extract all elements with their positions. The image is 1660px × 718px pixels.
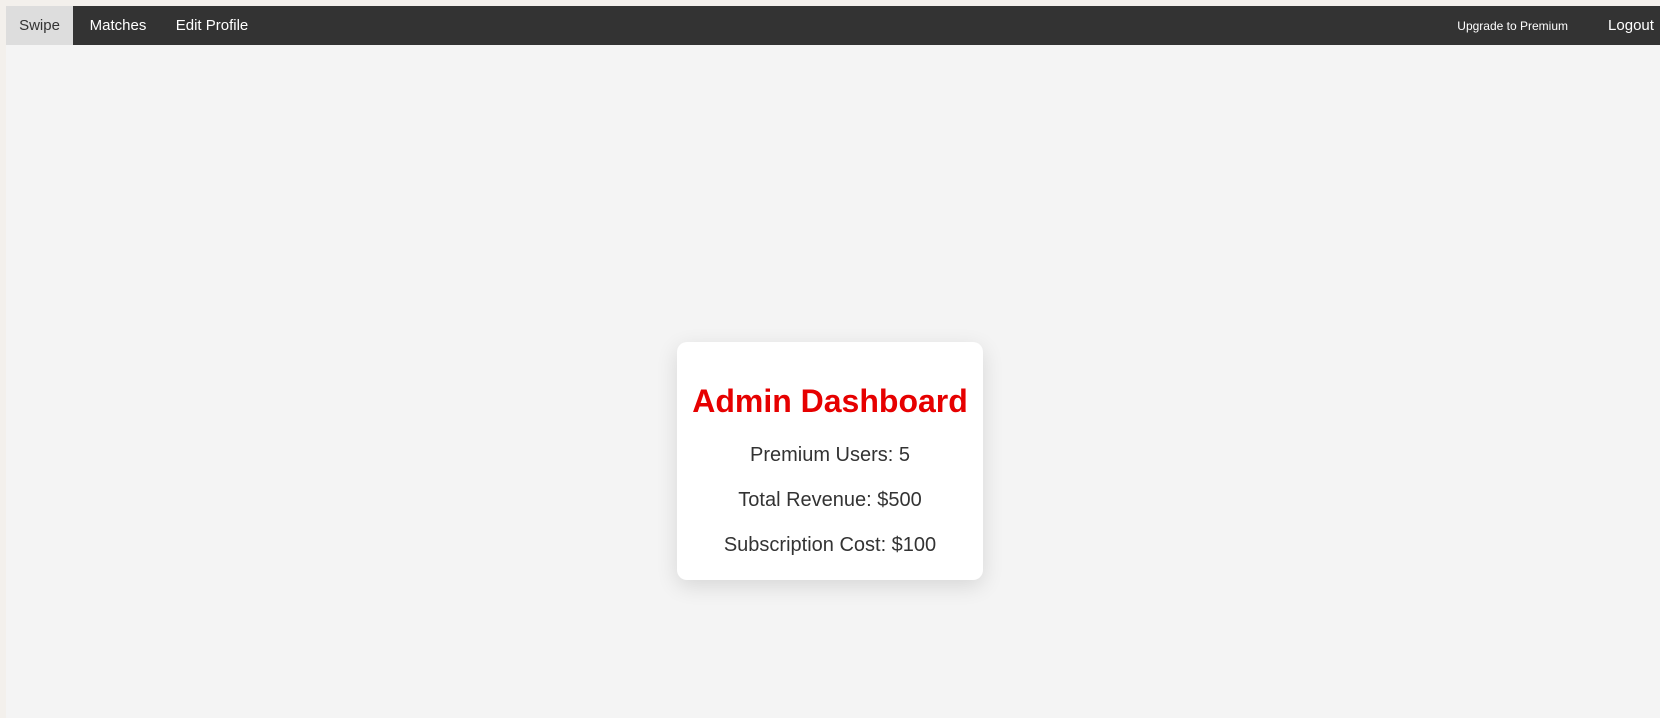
nav-logout-link[interactable]: Logout [1602, 6, 1660, 45]
admin-dashboard-card: Admin Dashboard Premium Users: 5 Total R… [677, 342, 983, 580]
nav-swipe-link[interactable]: Swipe [6, 6, 73, 45]
nav-edit-profile-link[interactable]: Edit Profile [163, 6, 261, 45]
navbar-left-group: Swipe Matches Edit Profile [6, 6, 261, 45]
navbar-right-group: Upgrade to Premium Logout [1457, 6, 1660, 45]
premium-users-stat: Premium Users: 5 [749, 444, 911, 466]
total-revenue-stat: Total Revenue: $500 [738, 489, 922, 511]
dashboard-title: Admin Dashboard [692, 383, 968, 419]
page-frame: Swipe Matches Edit Profile Upgrade to Pr… [6, 6, 1660, 718]
top-navbar: Swipe Matches Edit Profile Upgrade to Pr… [6, 6, 1660, 45]
nav-upgrade-premium-link[interactable]: Upgrade to Premium [1457, 6, 1568, 45]
nav-matches-link[interactable]: Matches [75, 6, 161, 45]
subscription-cost-stat: Subscription Cost: $100 [723, 534, 937, 556]
